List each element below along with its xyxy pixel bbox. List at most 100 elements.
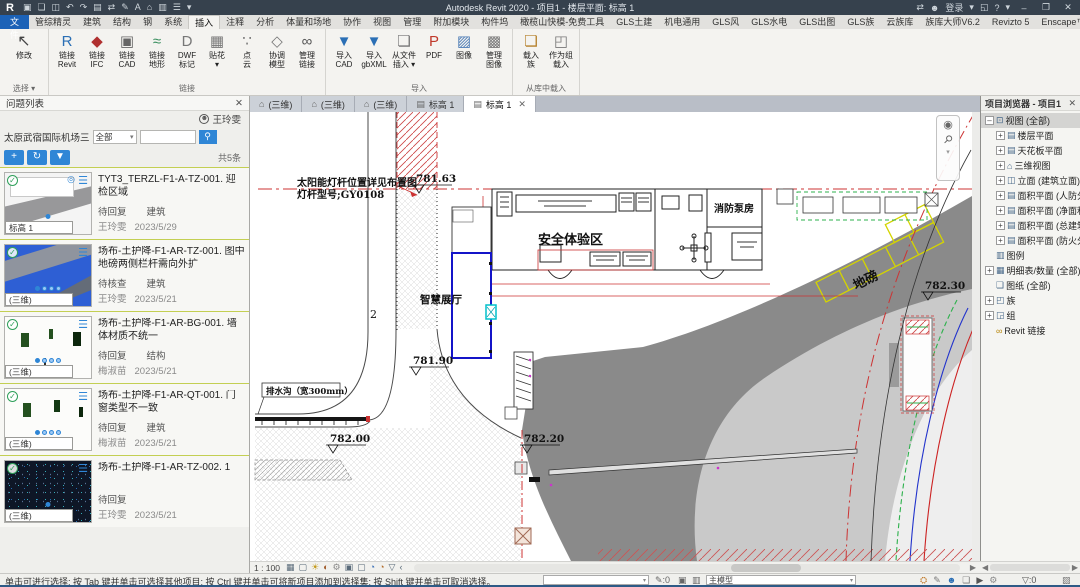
ribbon-tab-注释[interactable]: 注释: [220, 15, 250, 29]
help-icon[interactable]: ?: [994, 3, 999, 13]
issues-search-input[interactable]: [140, 130, 196, 144]
navigation-bar[interactable]: ◉ ⚲ ▾: [936, 115, 960, 181]
issue-thumbnail[interactable]: ✓☰(三维): [4, 388, 92, 451]
tree-item-明细表/数量 (全部)[interactable]: +▦明细表/数量 (全部): [981, 263, 1080, 278]
tree-item-天花板平面[interactable]: +▤天花板平面: [981, 143, 1080, 158]
redo-icon[interactable]: ↷: [80, 2, 88, 12]
tree-item-Revit 链接[interactable]: ∞Revit 链接: [981, 323, 1080, 338]
point-cloud-button[interactable]: ∵点云: [232, 31, 262, 70]
expander-plus-icon[interactable]: +: [996, 131, 1005, 140]
manage-images-button[interactable]: ▩管理图像: [479, 31, 509, 70]
ribbon-tab-族库大师V6.2[interactable]: 族库大师V6.2: [919, 15, 986, 29]
ribbon-tab-管理[interactable]: 管理: [397, 15, 427, 29]
view-tab-标高 1[interactable]: ▤标高 1: [407, 96, 464, 112]
dwf-markup-button[interactable]: DDWF标记: [172, 31, 202, 70]
ribbon-tab-协作[interactable]: 协作: [337, 15, 367, 29]
ribbon-tab-建筑[interactable]: 建筑: [77, 15, 107, 29]
add-issue-button[interactable]: +: [4, 150, 24, 165]
ribbon-tab-附加模块[interactable]: 附加模块: [427, 15, 475, 29]
view-tab-标高 1[interactable]: ▤标高 1✕: [464, 96, 536, 112]
import-gbxml-button[interactable]: ▼导入gbXML: [359, 31, 389, 70]
issue-card[interactable]: ✓☰(三维)场布-土护降-F1-AR-BG-001. 墙体材质不统一待回复结构梅…: [0, 311, 249, 383]
dimension-icon[interactable]: ✎: [121, 2, 129, 12]
load-as-group-button[interactable]: ◰作为组载入: [546, 31, 576, 70]
tree-item-组[interactable]: +◲组: [981, 308, 1080, 323]
measure-icon[interactable]: ⇄: [108, 2, 116, 12]
expander-plus-icon[interactable]: +: [996, 191, 1005, 200]
app-button-icon[interactable]: ▣: [23, 2, 32, 12]
workset-select[interactable]: ▾: [543, 575, 649, 585]
app-store-icon[interactable]: ◱: [980, 2, 989, 13]
text-icon[interactable]: A: [135, 2, 141, 12]
issue-menu-icon[interactable]: ☰: [78, 174, 88, 187]
tree-item-立面 (建筑立面)[interactable]: +◫立面 (建筑立面): [981, 173, 1080, 188]
collapse-icon[interactable]: ‹: [399, 562, 402, 572]
import-cad-button[interactable]: ▼导入CAD: [329, 31, 359, 70]
scroll-right-icon[interactable]: ▶: [970, 563, 976, 572]
view-tab-(三维)[interactable]: ⌂(三维): [302, 96, 354, 112]
issue-card[interactable]: ✓☰(三维)场布-土护降-F1-AR-TZ-001. 图中地磅两侧栏杆需向外扩待…: [0, 239, 249, 311]
customize-qat-icon[interactable]: ▾: [187, 2, 192, 12]
tree-item-面积平面 (防火分区面积)[interactable]: +▤面积平面 (防火分区面积): [981, 233, 1080, 248]
revit-logo[interactable]: R: [0, 2, 20, 14]
link-topography-button[interactable]: ≈链接地形: [142, 31, 172, 70]
ribbon-tab-GLS土建[interactable]: GLS土建: [610, 15, 658, 29]
temporary-view-icon[interactable]: ▽: [389, 562, 396, 572]
tree-item-面积平面 (总建筑面积)[interactable]: +▤面积平面 (总建筑面积): [981, 218, 1080, 233]
tree-item-视图 (全部)[interactable]: –⊡视图 (全部): [981, 113, 1080, 128]
tree-item-图例[interactable]: ▥图例: [981, 248, 1080, 263]
signin-label[interactable]: 登录: [945, 1, 963, 14]
issue-card[interactable]: ✓☰(三维)场布-土护降-F1-AR-TZ-002. 1待回复王玲雯2023/5…: [0, 455, 249, 527]
signin-dropdown-icon[interactable]: ▾: [969, 2, 974, 13]
link-revit-button[interactable]: R链接Revit: [52, 31, 82, 70]
ribbon-tab-钢[interactable]: 钢: [137, 15, 158, 29]
sun-path-icon[interactable]: ☀: [311, 562, 319, 572]
user-icon[interactable]: ☻: [930, 3, 939, 13]
worksharing-icon[interactable]: ⛭: [920, 575, 927, 586]
scroll-left-icon[interactable]: ◀: [982, 563, 988, 572]
pdf-button[interactable]: PPDF: [419, 31, 449, 61]
minimize-button[interactable]: –: [1016, 3, 1032, 13]
ribbon-tab-GLS出图[interactable]: GLS出图: [793, 15, 841, 29]
tree-item-面积平面 (净面积)[interactable]: +▤面积平面 (净面积): [981, 203, 1080, 218]
scroll-right-icon[interactable]: ▶: [1072, 563, 1078, 572]
issues-panel-close-icon[interactable]: ✕: [235, 98, 243, 109]
issue-card[interactable]: ✓☰(三维)场布-土护降-F1-AR-QT-001. 门窗类型不一致待回复建筑梅…: [0, 383, 249, 455]
steering-wheel-icon[interactable]: ◉: [943, 118, 953, 131]
reveal-hidden-icon[interactable]: ◔: [379, 562, 384, 572]
link-ifc-button[interactable]: ◆链接IFC: [82, 31, 112, 70]
ribbon-tab-GLS水电[interactable]: GLS水电: [745, 15, 793, 29]
insert-from-file-button[interactable]: ❏从文件插入 ▾: [389, 31, 419, 70]
ribbon-tab-Revizto 5[interactable]: Revizto 5: [986, 15, 1036, 29]
section-icon[interactable]: ▥: [158, 2, 167, 12]
undo-icon[interactable]: ↶: [66, 2, 74, 12]
maximize-button[interactable]: ❐: [1038, 2, 1054, 13]
tree-item-楼层平面[interactable]: +▤楼层平面: [981, 128, 1080, 143]
select-pinned-icon[interactable]: ▶: [976, 575, 983, 586]
decal-button[interactable]: ▦贴花▾: [202, 31, 232, 70]
crop-view-icon[interactable]: ▣: [345, 562, 354, 572]
print-icon[interactable]: ▤: [93, 2, 102, 12]
rendering-icon[interactable]: ⚙: [333, 562, 341, 572]
crop-region-icon[interactable]: ▢: [357, 562, 366, 572]
ribbon-tab-机电通用[interactable]: 机电通用: [658, 15, 706, 29]
link-cad-button[interactable]: ▣链接CAD: [112, 31, 142, 70]
select-link-icon[interactable]: ❏: [962, 575, 970, 586]
ribbon-tab-云族库[interactable]: 云族库: [880, 15, 919, 29]
expander-minus-icon[interactable]: –: [985, 116, 994, 125]
expander-plus-icon[interactable]: +: [996, 206, 1005, 215]
issue-menu-icon[interactable]: ☰: [78, 246, 88, 259]
drag-elements-icon[interactable]: ⚙: [989, 575, 997, 586]
design-option-select[interactable]: 主模型▾: [706, 575, 856, 585]
drawing-canvas[interactable]: 太阳能灯杆位置详见布置图灯杆型号;GY0108安全体验区消防泵房智慧展厅排水沟（…: [250, 112, 972, 561]
manage-links-button[interactable]: ∞管理链接: [292, 31, 322, 70]
expander-plus-icon[interactable]: +: [985, 266, 994, 275]
expander-plus-icon[interactable]: +: [985, 311, 994, 320]
ribbon-tab-体量和场地[interactable]: 体量和场地: [280, 15, 337, 29]
ribbon-tab-GLS风[interactable]: GLS风: [706, 15, 745, 29]
expander-plus-icon[interactable]: +: [996, 146, 1005, 155]
ribbon-tab-file[interactable]: 文件: [0, 15, 29, 29]
select-panel-caption[interactable]: 选择 ▾: [3, 83, 45, 95]
issue-thumbnail[interactable]: ✓☰(三维): [4, 316, 92, 379]
exchange-apps-icon[interactable]: ⇄: [916, 2, 924, 13]
